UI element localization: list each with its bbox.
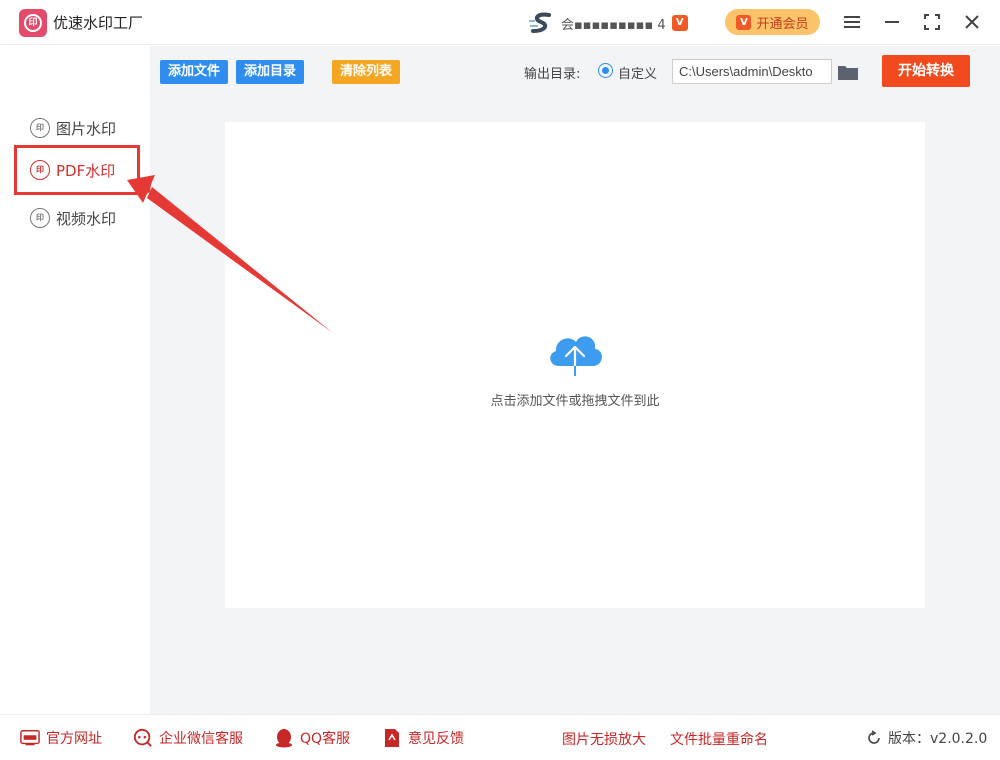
version-info[interactable]: 版本：v2.0.2.0: [866, 728, 987, 748]
add-directory-button[interactable]: 添加目录: [236, 60, 305, 84]
custom-dir-radio[interactable]: [598, 63, 613, 78]
qq-service-link[interactable]: QQ客服: [274, 728, 350, 748]
sidebar-item-pdf-watermark[interactable]: 印 PDF水印: [14, 145, 140, 195]
title-bar: 印 优速水印工厂 会▪▪▪▪▪▪▪▪▪ 4 V V 开通会员: [0, 0, 1000, 45]
feedback-icon: [382, 728, 402, 748]
website-label: 官方网址: [46, 731, 102, 747]
app-title: 优速水印工厂: [53, 14, 144, 32]
sidebar-item-label: 图片水印: [56, 119, 117, 138]
website-icon: [20, 728, 40, 748]
main-panel: 添加文件 添加目录 清除列表 输出目录: 自定义 C:\Users\admin\…: [150, 46, 1000, 714]
vip-status-icon: V: [671, 15, 688, 31]
file-drop-zone[interactable]: 点击添加文件或拖拽文件到此: [225, 122, 925, 608]
seal-icon: 印: [30, 160, 50, 180]
app-logo-icon: 印: [19, 9, 47, 37]
vip-icon: V: [736, 14, 752, 30]
clear-list-button[interactable]: 清除列表: [332, 60, 401, 84]
minimize-button[interactable]: [880, 10, 904, 34]
hamburger-menu-icon: [844, 16, 860, 28]
folder-icon[interactable]: [837, 63, 859, 81]
sidebar-item-label: PDF水印: [56, 161, 116, 180]
refresh-icon: [868, 730, 880, 744]
seal-icon: 印: [30, 118, 50, 138]
cloud-upload-icon: [550, 336, 602, 378]
wechat-work-icon: [133, 728, 153, 748]
drop-hint-text: 点击添加文件或拖拽文件到此: [490, 394, 660, 409]
minimize-icon: [885, 21, 899, 23]
start-convert-button[interactable]: 开始转换: [882, 55, 970, 87]
custom-dir-label: 自定义: [618, 67, 658, 82]
menu-button[interactable]: [840, 10, 864, 34]
maximize-button[interactable]: [920, 10, 944, 34]
output-dir-label: 输出目录:: [524, 67, 581, 82]
sidebar-item-video-watermark[interactable]: 印 视频水印: [14, 193, 140, 243]
wechat-service-link[interactable]: 企业微信客服: [133, 728, 243, 748]
image-enlarge-link[interactable]: 图片无损放大: [562, 729, 646, 749]
open-vip-button[interactable]: V 开通会员: [725, 9, 820, 35]
user-avatar-icon: [529, 12, 551, 33]
add-file-button[interactable]: 添加文件: [160, 60, 229, 84]
version-label: 版本：v2.0.2.0: [888, 731, 988, 747]
feedback-label: 意见反馈: [408, 731, 464, 747]
batch-rename-link[interactable]: 文件批量重命名: [670, 729, 768, 749]
user-name: 会▪▪▪▪▪▪▪▪▪ 4: [561, 17, 666, 33]
open-vip-label: 开通会员: [756, 16, 809, 32]
maximize-icon: [924, 14, 940, 30]
sidebar: 印 图片水印 印 PDF水印 印 视频水印: [0, 46, 150, 714]
footer-bar: 官方网址 企业微信客服 QQ客服 意见反馈 图片无损放大 文件批量重命名 版本：…: [0, 714, 1000, 760]
wechat-service-label: 企业微信客服: [159, 731, 243, 747]
close-button[interactable]: [960, 10, 984, 34]
qq-service-label: QQ客服: [300, 731, 351, 747]
feedback-link[interactable]: 意见反馈: [382, 728, 464, 748]
qq-icon: [274, 728, 294, 748]
close-icon: [965, 15, 979, 29]
output-path-field[interactable]: C:\Users\admin\Deskto: [672, 59, 832, 84]
website-link[interactable]: 官方网址: [20, 728, 102, 748]
seal-icon: 印: [30, 208, 50, 228]
user-account[interactable]: 会▪▪▪▪▪▪▪▪▪ 4 V: [527, 11, 688, 35]
sidebar-item-label: 视频水印: [56, 209, 117, 228]
